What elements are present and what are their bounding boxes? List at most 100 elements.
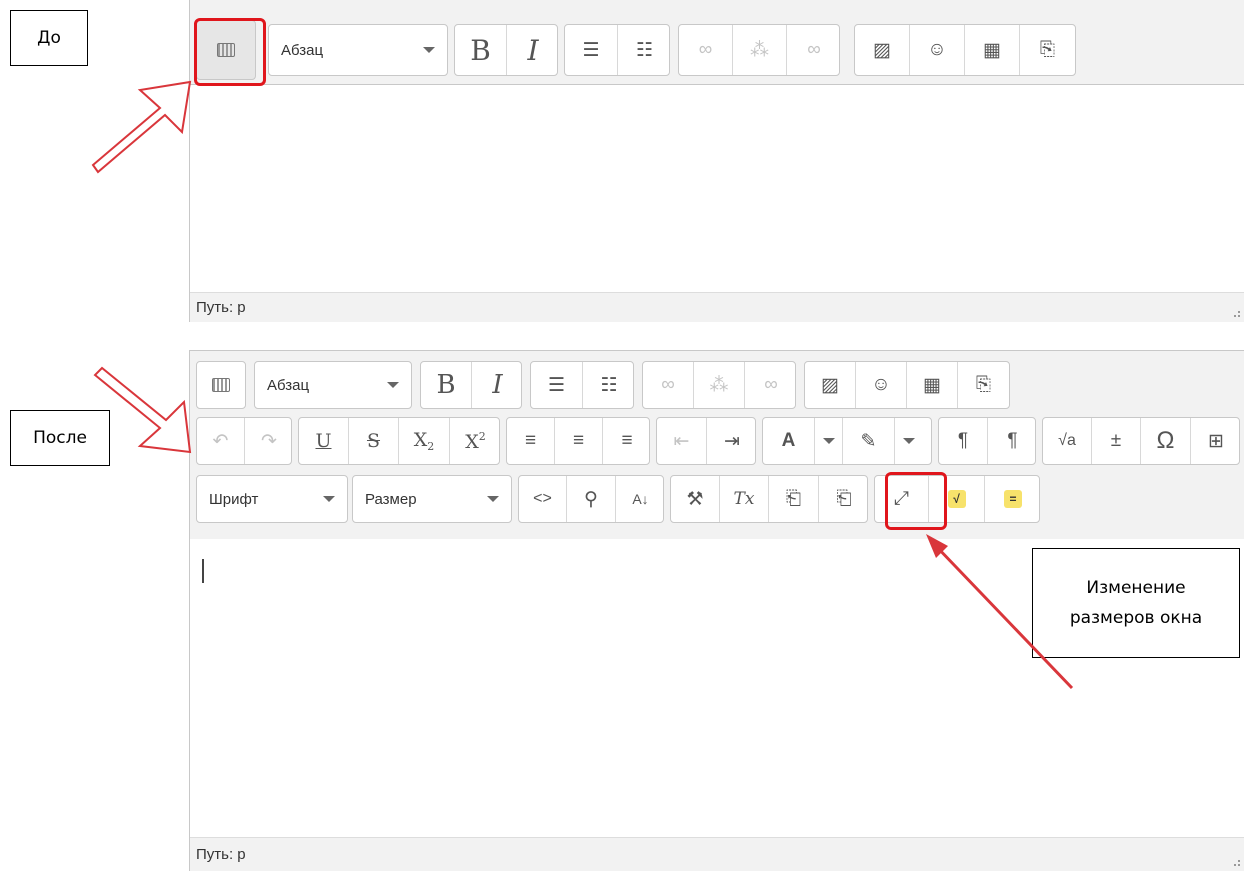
special-char-button[interactable]: Ω [1141,418,1191,464]
highlight-toggle-before [194,18,266,86]
subscript-icon: X2 [413,429,435,453]
smiley-icon: ☺ [871,374,891,395]
paste-word-button[interactable]: ⎗ [819,476,867,522]
align-right-button[interactable]: ≡ [603,418,649,464]
manage-files-button-after[interactable]: ⎘ [958,362,1009,408]
chevron-down-icon [423,47,435,53]
html-button[interactable]: <> [519,476,567,522]
numbered-list-button[interactable]: ☷ [618,25,669,75]
underline-button[interactable]: U [299,418,349,464]
bold-italic-group: B I [454,24,558,76]
resize-grip-icon[interactable] [1230,307,1240,317]
remove-format-button[interactable]: Tx [720,476,769,522]
background-color-dropdown[interactable] [895,418,923,464]
superscript-button[interactable]: X2 [450,418,499,464]
bullet-list-button-after[interactable]: ☰ [531,362,583,408]
color-group: A ✎ [762,417,932,465]
align-left-button[interactable]: ≡ [507,418,555,464]
format-select-after[interactable]: Абзац [255,362,411,408]
bold-button-after[interactable]: B [421,362,472,408]
nonbreaking-button[interactable]: ± [1092,418,1141,464]
resize-grip-icon[interactable] [1230,856,1240,866]
media-button[interactable]: ▦ [965,25,1020,75]
bold-italic-group-after: B I [420,361,522,409]
find-replace-button[interactable]: ⚲ [567,476,616,522]
subscript-button[interactable]: X2 [399,418,450,464]
font-select[interactable]: Шрифт [197,476,347,522]
editor-after-statusbar: Путь: p [190,837,1244,871]
format-select[interactable]: Абзац [269,25,447,75]
italic-button[interactable]: I [507,25,557,75]
ltr-button[interactable]: ¶ [939,418,988,464]
spellcheck-button[interactable]: A↓ [616,476,663,522]
strikethrough-button[interactable]: S [349,418,399,464]
indent-icon: ⇥ [724,430,740,452]
image-icon: ▨ [821,374,839,396]
indent-button[interactable]: ⇥ [707,418,755,464]
equation-button[interactable]: √a [1043,418,1092,464]
image-button-after[interactable]: ▨ [805,362,856,408]
resize-callout-line2: размеров окна [1069,608,1203,628]
rtl-icon: ¶ [1007,430,1018,451]
link-button-after[interactable]: ∞ [643,362,694,408]
editor-before-content[interactable] [190,85,1244,291]
unlink-icon: ⁂ [709,374,729,396]
bold-button[interactable]: B [455,25,507,75]
bullet-list-icon: ☰ [582,39,600,61]
chevron-down-icon [387,382,399,388]
link-button[interactable]: ∞ [679,25,733,75]
resize-callout-line1: Изменение [1086,578,1186,598]
format-select-group-after: Абзац [254,361,412,409]
format-select-value: Абзац [267,376,310,394]
outdent-button[interactable]: ⇤ [657,418,707,464]
outdent-icon: ⇤ [673,430,690,452]
paste-text-icon: ⎗ [785,488,802,509]
editor-before: Абзац B I ☰ ☷ ∞ ⁂ ∞ ▨ ☺ ▦ ⎘ Путь: p [189,0,1244,322]
numbered-list-icon: ☷ [600,374,618,396]
undo-icon: ↶ [212,430,229,452]
paste-text-button[interactable]: ⎗ [769,476,819,522]
table-button[interactable]: ⊞ [1191,418,1239,464]
anchor-icon: ∞ [764,374,778,395]
strikethrough-icon: S [366,430,381,452]
chemistry-editor-button[interactable]: = [985,476,1039,522]
unlink-button-after[interactable]: ⁂ [694,362,745,408]
lists-group-after: ☰ ☷ [530,361,634,409]
superscript-icon: X2 [465,429,486,453]
numbered-list-button-after[interactable]: ☷ [583,362,633,408]
anchor-button-after[interactable]: ∞ [745,362,795,408]
redo-button[interactable]: ↷ [245,418,291,464]
manage-files-button[interactable]: ⎘ [1020,25,1075,75]
indent-group: ⇤ ⇥ [656,417,756,465]
background-color-button[interactable]: ✎ [843,418,895,464]
align-center-icon: ≡ [572,430,585,451]
cleanup-button[interactable]: ⚒ [671,476,720,522]
media-group: ▨ ☺ ▦ ⎘ [854,24,1076,76]
table-icon: ⊞ [1208,430,1224,452]
emoticon-button-after[interactable]: ☺ [856,362,907,408]
text-cursor [202,559,204,583]
size-select[interactable]: Размер [353,476,511,522]
undo-button[interactable]: ↶ [197,418,245,464]
text-color-button[interactable]: A [763,418,815,464]
italic-button-after[interactable]: I [472,362,521,408]
emoticon-button[interactable]: ☺ [910,25,965,75]
anchor-button[interactable]: ∞ [787,25,839,75]
redo-icon: ↷ [261,430,277,452]
toolbar-toggle-button-after[interactable] [197,362,245,408]
align-center-button[interactable]: ≡ [555,418,603,464]
format-select-group: Абзац [268,24,448,76]
files-icon: ⎘ [975,374,992,395]
rtl-button[interactable]: ¶ [988,418,1035,464]
before-label: До [37,28,61,48]
image-button[interactable]: ▨ [855,25,910,75]
keyboard-icon [212,378,230,392]
text-color-dropdown[interactable] [815,418,843,464]
bullet-list-button[interactable]: ☰ [565,25,618,75]
align-left-icon: ≡ [524,430,537,451]
undo-redo-group: ↶ ↷ [196,417,292,465]
media-button-after[interactable]: ▦ [907,362,958,408]
after-label: После [33,428,87,448]
film-icon: ▦ [983,39,1001,61]
unlink-button[interactable]: ⁂ [733,25,787,75]
